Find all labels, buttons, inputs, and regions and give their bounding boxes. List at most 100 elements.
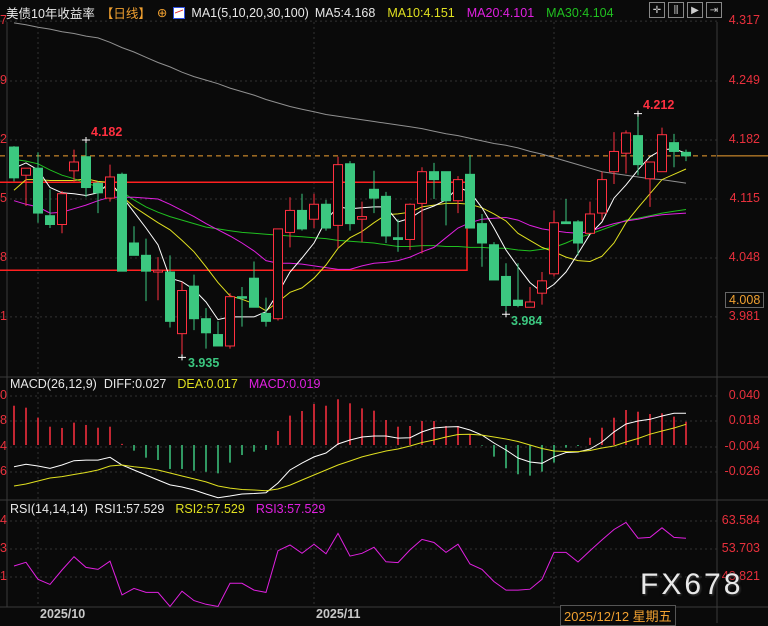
- price-tick-label: 4.182: [728, 132, 760, 146]
- rsi-line: [13, 521, 687, 608]
- rsi1-value: RSI1:57.529: [94, 502, 165, 516]
- candle-body: [669, 142, 679, 152]
- price-tick-fragment: 8: [0, 249, 7, 264]
- candle: [225, 293, 235, 349]
- candle: [381, 191, 391, 243]
- candle-body: [69, 161, 79, 172]
- low-annotation-2: 3.984: [511, 314, 543, 328]
- macd-tick-fragment: 8: [0, 413, 7, 427]
- candle: [177, 281, 187, 358]
- candle-body: [501, 275, 511, 306]
- candle: [261, 297, 271, 327]
- rsi-title: RSI(14,14,14): [10, 502, 88, 516]
- candle: [165, 255, 175, 328]
- candle: [9, 146, 19, 182]
- date-label-oct: 2025/10: [40, 607, 86, 621]
- candle-body: [513, 299, 523, 306]
- candle: [105, 164, 115, 202]
- candle: [45, 189, 55, 229]
- ma30-value: MA30:4.104: [546, 5, 614, 20]
- price-tick-label: 4.048: [728, 249, 760, 264]
- candle-body: [57, 193, 67, 226]
- rsi-tick-fragment: 3: [0, 541, 7, 555]
- candle: [465, 154, 475, 229]
- candle-body: [225, 296, 235, 347]
- macd-legend: MACD(26,12,9) DIFF:0.027 DEA:0.017 MACD:…: [10, 377, 320, 391]
- candle: [405, 203, 415, 251]
- candle: [237, 287, 247, 327]
- candle-body: [369, 188, 379, 199]
- indicator-chart-icon[interactable]: [173, 6, 186, 19]
- bar-chart-icon[interactable]: ⫼: [668, 2, 684, 18]
- period-label[interactable]: 【日线】: [101, 3, 151, 22]
- candle-body: [465, 173, 475, 229]
- candle: [285, 197, 295, 248]
- candle-body: [141, 254, 151, 272]
- low-annotation-1: 3.935: [188, 356, 220, 370]
- rsi-tick-label: 63.584: [721, 513, 760, 527]
- candle: [273, 228, 283, 321]
- rsi-tick-fragment: 4: [0, 513, 7, 527]
- candle-body: [405, 203, 415, 240]
- toolbar: ✛ ⫼ ▶ ⇥: [649, 2, 722, 18]
- candle: [657, 127, 667, 173]
- price-tick-fragment: 1: [0, 308, 7, 323]
- high-annotation-1: 4.182: [91, 125, 123, 139]
- candle-body: [393, 237, 403, 240]
- candle-body: [105, 176, 115, 199]
- candle: [597, 171, 607, 221]
- chart-header: 美债10年收益率 【日线】 ⊕ MA1(5,10,20,30,100) MA5:…: [6, 3, 614, 22]
- candle-body: [417, 171, 427, 204]
- diff-value: DIFF:0.027: [103, 377, 167, 391]
- macd-tick-fragment: 4: [0, 439, 7, 453]
- candle: [585, 201, 595, 234]
- crosshair-toggle-icon[interactable]: ⊕: [157, 5, 167, 20]
- price-tick-fragment: 7: [0, 13, 7, 28]
- candle: [333, 156, 343, 249]
- macd-tick-label: -0.004: [724, 439, 760, 453]
- exit-icon[interactable]: ⇥: [706, 2, 722, 18]
- candle-body: [297, 209, 307, 230]
- candle: [621, 130, 631, 174]
- candle-body: [561, 221, 571, 225]
- candle-body: [189, 285, 199, 320]
- play-chart-icon[interactable]: ▶: [687, 2, 703, 18]
- candle-body: [345, 163, 355, 225]
- candle: [129, 226, 139, 256]
- ma20-value: MA20:4.101: [466, 5, 535, 20]
- extreme-marker: [502, 311, 510, 318]
- extreme-marker: [82, 137, 90, 143]
- instrument-title: 美债10年收益率: [6, 7, 95, 21]
- macd-value: MACD:0.019: [248, 377, 321, 391]
- candle: [441, 171, 451, 226]
- macd-pane: [13, 399, 687, 499]
- chart-canvas[interactable]: [0, 0, 768, 623]
- extreme-marker: [178, 354, 186, 361]
- candle: [81, 140, 91, 198]
- candle-body: [21, 167, 31, 176]
- candle: [477, 213, 487, 267]
- candle: [201, 308, 211, 349]
- candle-body: [633, 135, 643, 166]
- candle: [489, 242, 499, 281]
- candle: [501, 263, 511, 315]
- ma100-line: [13, 22, 687, 184]
- ma-params[interactable]: MA1(5,10,20,30,100): [191, 6, 308, 20]
- crosshair-icon[interactable]: ✛: [649, 2, 665, 18]
- candle: [93, 181, 103, 214]
- macd-tick-label: -0.026: [724, 464, 760, 478]
- candle-body: [273, 228, 283, 320]
- candle-body: [657, 134, 667, 173]
- candle-body: [645, 161, 655, 180]
- candle: [417, 167, 427, 254]
- candle-body: [129, 242, 139, 256]
- candle-body: [333, 164, 343, 226]
- candle-body: [621, 132, 631, 154]
- ma5-value: MA5:4.168: [314, 5, 376, 20]
- macd-title: MACD(26,12,9): [10, 377, 97, 391]
- rsi3-value: RSI3:57.529: [255, 502, 326, 516]
- candle-body: [441, 171, 451, 202]
- price-tick-label: 4.249: [728, 73, 760, 88]
- candle-body: [237, 296, 247, 299]
- candle-body: [117, 173, 127, 272]
